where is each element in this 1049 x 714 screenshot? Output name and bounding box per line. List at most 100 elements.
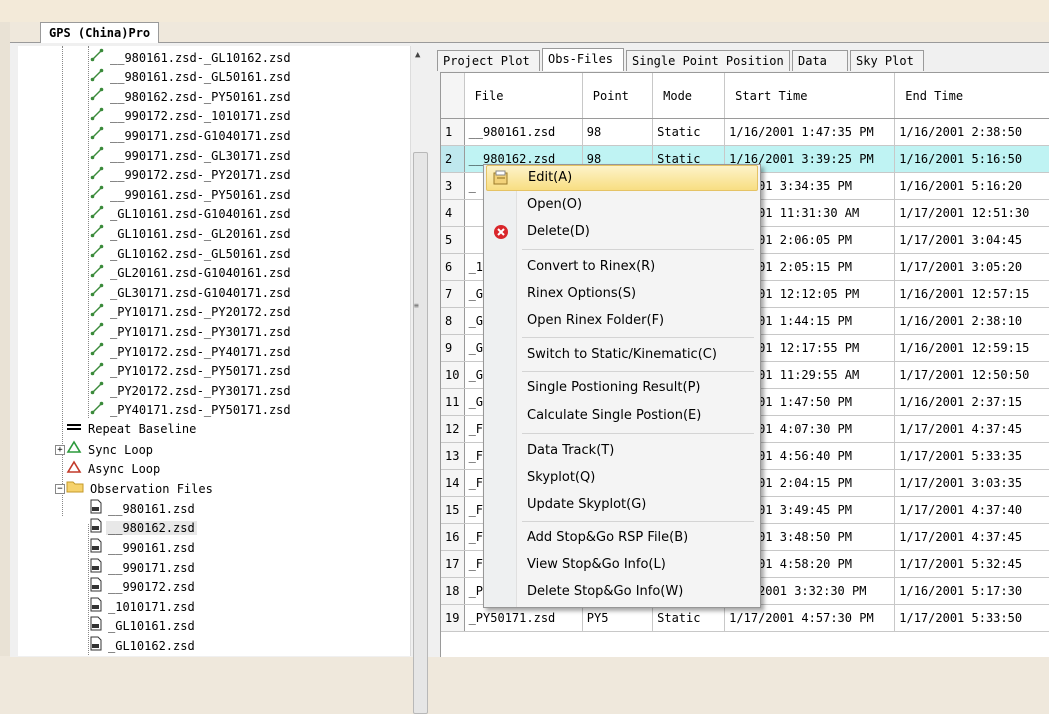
tree-item-file[interactable]: __990161.zsd (90, 538, 197, 557)
tree-item-file[interactable]: __980161.zsd (90, 499, 197, 518)
tree-item-file[interactable]: __990172.zsd (90, 577, 197, 596)
cell-end[interactable]: 1/16/2001 5:17:30 (894, 577, 1049, 605)
menu-item-view-stopgo[interactable]: View Stop&Go Info(L) (486, 553, 756, 577)
cell-mode[interactable]: Static (652, 118, 726, 146)
tree-item-file[interactable]: __980162.zsd (90, 518, 197, 537)
tree-item-label: _PY20172.zsd-_PY30171.zsd (110, 383, 291, 398)
cell-end[interactable]: 1/17/2001 12:51:30 (894, 199, 1049, 227)
menu-item-switch-mode[interactable]: Switch to Static/Kinematic(C) (486, 343, 756, 367)
tree-item-baseline[interactable]: _GL20161.zsd-G1040161.zsd (90, 264, 293, 283)
cell-end[interactable]: 1/17/2001 5:32:45 (894, 550, 1049, 578)
tree-item-baseline[interactable]: __990171.zsd-G1040171.zsd (90, 126, 293, 145)
scroll-thumb[interactable] (413, 152, 428, 714)
tree-item-baseline[interactable]: __980162.zsd-_PY50161.zsd (90, 87, 293, 106)
cell-end[interactable]: 1/16/2001 2:38:50 (894, 118, 1049, 146)
cell-end[interactable]: 1/17/2001 5:33:50 (894, 604, 1049, 632)
tab-data[interactable]: Data (792, 50, 848, 71)
tree-item-label: _GL10162.zsd (108, 639, 195, 653)
tree-item-baseline[interactable]: _GL10161.zsd-G1040161.zsd (90, 205, 293, 224)
tree-item-baseline[interactable]: _PY10171.zsd-_PY20172.zsd (90, 303, 293, 322)
column-header-start-time[interactable]: Start Time (724, 73, 896, 119)
file-icon (90, 597, 102, 618)
tree-item-baseline[interactable]: __980161.zsd-_GL50161.zsd (90, 68, 293, 87)
menu-item-delete[interactable]: Delete(D) (486, 220, 756, 244)
tree-item-label: __990161.zsd-_PY50161.zsd (110, 187, 291, 202)
cell-mode[interactable]: Static (652, 604, 726, 632)
menu-item-add-stopgo[interactable]: Add Stop&Go RSP File(B) (486, 526, 756, 550)
file-icon (90, 577, 102, 598)
document-tab[interactable]: GPS (China)Pro (40, 22, 160, 43)
menu-item-calc-single[interactable]: Calculate Single Postion(E) (486, 404, 756, 428)
row-number: 16 (441, 523, 465, 551)
cell-end[interactable]: 1/17/2001 5:33:35 (894, 442, 1049, 470)
menu-item-open[interactable]: Open(O) (486, 193, 756, 217)
tree-item-async-loop[interactable]: Async Loop (66, 460, 162, 479)
tab-sky-plot[interactable]: Sky Plot (850, 50, 924, 71)
tree-item-file[interactable]: _GL10161.zsd (90, 616, 197, 635)
tree-item-baseline[interactable]: __990171.zsd-_GL30171.zsd (90, 146, 293, 165)
tree-item-baseline[interactable]: _GL10162.zsd-_GL50161.zsd (90, 244, 293, 263)
tree-item-observation-files[interactable]: − Observation Files (55, 479, 215, 498)
cell-end[interactable]: 1/16/2001 2:38:10 (894, 307, 1049, 335)
cell-end[interactable]: 1/16/2001 12:59:15 (894, 334, 1049, 362)
cell-point[interactable]: PY5 (582, 604, 654, 632)
tree-item-baseline[interactable]: __990172.zsd-_PY20171.zsd (90, 166, 293, 185)
menu-separator (522, 521, 754, 522)
menu-item-update-skyplot[interactable]: Update Skyplot(G) (486, 493, 756, 517)
menu-item-skyplot[interactable]: Skyplot(Q) (486, 466, 756, 490)
tree-item-sync-loop[interactable]: + Sync Loop (55, 440, 155, 459)
tree-item-repeat-baseline[interactable]: Repeat Baseline (66, 420, 198, 439)
cell-start[interactable]: 1/17/2001 4:57:30 PM (724, 604, 896, 632)
scroll-up-icon[interactable]: ▲ (415, 50, 420, 60)
cell-end[interactable]: 1/17/2001 4:37:45 (894, 523, 1049, 551)
menu-item-open-rinex-folder[interactable]: Open Rinex Folder(F) (486, 309, 756, 333)
tree-item-baseline[interactable]: _PY10172.zsd-_PY40171.zsd (90, 342, 293, 361)
cell-end[interactable]: 1/16/2001 2:37:15 (894, 388, 1049, 416)
menu-item-data-track[interactable]: Data Track(T) (486, 439, 756, 463)
tree-item-baseline[interactable]: _GL10161.zsd-_GL20161.zsd (90, 224, 293, 243)
tab-obs-files[interactable]: Obs-Files (542, 48, 624, 71)
tree-scrollbar[interactable]: ▲ ≡ (410, 46, 429, 714)
tree-item-baseline[interactable]: _PY40171.zsd-_PY50171.zsd (90, 401, 293, 420)
cell-end[interactable]: 1/17/2001 12:50:50 (894, 361, 1049, 389)
project-tree[interactable]: __980161.zsd-_GL10162.zsd __980161.zsd-_G… (18, 46, 428, 656)
baseline-icon (90, 322, 104, 342)
cell-end[interactable]: 1/17/2001 3:05:20 (894, 253, 1049, 281)
cell-end[interactable]: 1/16/2001 5:16:20 (894, 172, 1049, 200)
column-header-file[interactable]: File (464, 73, 583, 119)
tree-item-baseline[interactable]: __990161.zsd-_PY50161.zsd (90, 185, 293, 204)
collapse-minus-icon[interactable]: − (55, 484, 65, 495)
expand-plus-icon[interactable]: + (55, 445, 65, 455)
column-header-end-time[interactable]: End Time (894, 73, 1049, 119)
cell-end[interactable]: 1/16/2001 5:16:50 (894, 145, 1049, 173)
tree-item-baseline[interactable]: __990172.zsd-_1010171.zsd (90, 107, 293, 126)
tab-project-plot[interactable]: Project Plot (437, 50, 540, 71)
cell-end[interactable]: 1/16/2001 12:57:15 (894, 280, 1049, 308)
menu-item-single-result[interactable]: Single Postioning Result(P) (486, 376, 756, 400)
tree-item-file[interactable]: _1010171.zsd (90, 597, 197, 616)
tree-item-file[interactable]: _GL10162.zsd (90, 636, 197, 655)
menu-item-edit[interactable]: Edit(A) (486, 165, 758, 191)
tree-item-baseline[interactable]: __980161.zsd-_GL10162.zsd (90, 48, 293, 67)
cell-file[interactable]: _PY50171.zsd (464, 604, 583, 632)
cell-point[interactable]: 98 (582, 118, 654, 146)
tree-item-baseline[interactable]: _GL30171.zsd-G1040171.zsd (90, 283, 293, 302)
cell-end[interactable]: 1/17/2001 3:04:45 (894, 226, 1049, 254)
cell-file[interactable]: __980161.zsd (464, 118, 583, 146)
column-header-mode[interactable]: Mode (652, 73, 726, 119)
menu-item-rinex-options[interactable]: Rinex Options(S) (486, 282, 756, 306)
tree-item-baseline[interactable]: _PY20172.zsd-_PY30171.zsd (90, 381, 293, 400)
table-row[interactable]: 1 __980161.zsd 98 Static 1/16/2001 1:47:35 P… (441, 118, 1049, 146)
menu-item-delete-stopgo[interactable]: Delete Stop&Go Info(W) (486, 580, 756, 604)
tree-item-baseline[interactable]: _PY10171.zsd-_PY30171.zsd (90, 322, 293, 341)
tree-item-baseline[interactable]: _PY10172.zsd-_PY50171.zsd (90, 362, 293, 381)
cell-start[interactable]: 1/16/2001 1:47:35 PM (724, 118, 896, 146)
tree-item-file[interactable]: __990171.zsd (90, 558, 197, 577)
cell-end[interactable]: 1/17/2001 4:37:45 (894, 415, 1049, 443)
cell-end[interactable]: 1/17/2001 3:03:35 (894, 469, 1049, 497)
tab-single-point-position[interactable]: Single Point Position (626, 50, 790, 71)
table-row[interactable]: 19 _PY50171.zsd PY5 Static 1/17/2001 4:57:30… (441, 604, 1049, 632)
menu-item-convert-rinex[interactable]: Convert to Rinex(R) (486, 255, 756, 279)
column-header-point[interactable]: Point (582, 73, 654, 119)
cell-end[interactable]: 1/17/2001 4:37:40 (894, 496, 1049, 524)
